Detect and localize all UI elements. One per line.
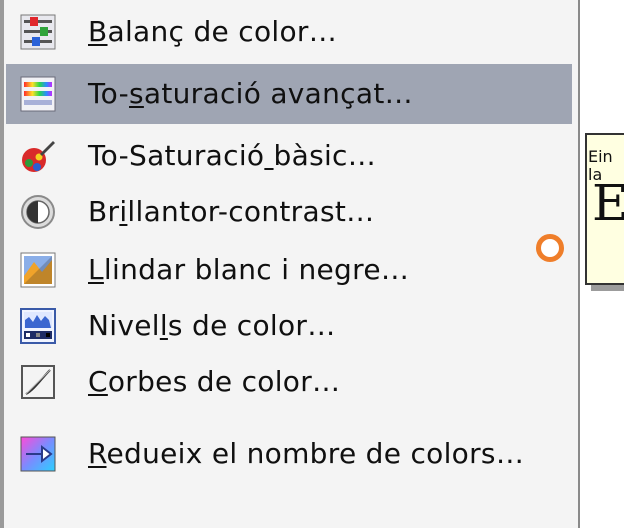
menu-item-brightness-contrast[interactable]: Brillantor-contrast… bbox=[6, 184, 572, 240]
threshold-icon bbox=[20, 252, 56, 288]
tooltip-large-text: E bbox=[592, 173, 624, 233]
tooltip-popup: Ein la E bbox=[585, 133, 624, 285]
menu-item-hue-saturation-basic[interactable]: To-Saturació bàsic… bbox=[6, 128, 572, 184]
context-menu: Balanç de color… To-saturació avançat… T… bbox=[0, 0, 580, 528]
menu-item-label: To-saturació avançat… bbox=[88, 77, 413, 110]
menu-item-hue-saturation-advanced[interactable]: To-saturació avançat… bbox=[6, 64, 572, 124]
menu-item-label: Brillantor-contrast… bbox=[88, 195, 375, 228]
menu-item-threshold[interactable]: Llindar blanc i negre… bbox=[6, 242, 572, 298]
menu-item-label: Nivells de color… bbox=[88, 309, 336, 342]
hue-saturation-basic-icon bbox=[22, 141, 55, 172]
menu-item-label: Llindar blanc i negre… bbox=[88, 253, 410, 286]
menu-item-levels[interactable]: Nivells de color… bbox=[6, 298, 572, 354]
hue-saturation-advanced-icon bbox=[20, 76, 56, 112]
menu-item-label: Corbes de color… bbox=[88, 365, 341, 398]
brightness-contrast-icon bbox=[21, 195, 55, 229]
color-balance-icon bbox=[20, 14, 56, 50]
menu-item-label: To-Saturació bàsic… bbox=[88, 139, 377, 172]
menu-item-label: Balanç de color… bbox=[88, 15, 337, 48]
bullet-point-marker bbox=[536, 234, 564, 262]
tooltip-small-text: Ein bbox=[588, 147, 613, 166]
menu-item-label: Redueix el nombre de colors… bbox=[88, 437, 525, 470]
menu-item-color-balance[interactable]: Balanç de color… bbox=[6, 4, 572, 60]
curves-icon bbox=[21, 365, 55, 399]
reduce-colors-icon bbox=[20, 436, 56, 472]
levels-icon bbox=[20, 308, 56, 344]
menu-item-reduce-colors[interactable]: Redueix el nombre de colors… bbox=[6, 414, 572, 494]
menu-item-curves[interactable]: Corbes de color… bbox=[6, 354, 572, 410]
